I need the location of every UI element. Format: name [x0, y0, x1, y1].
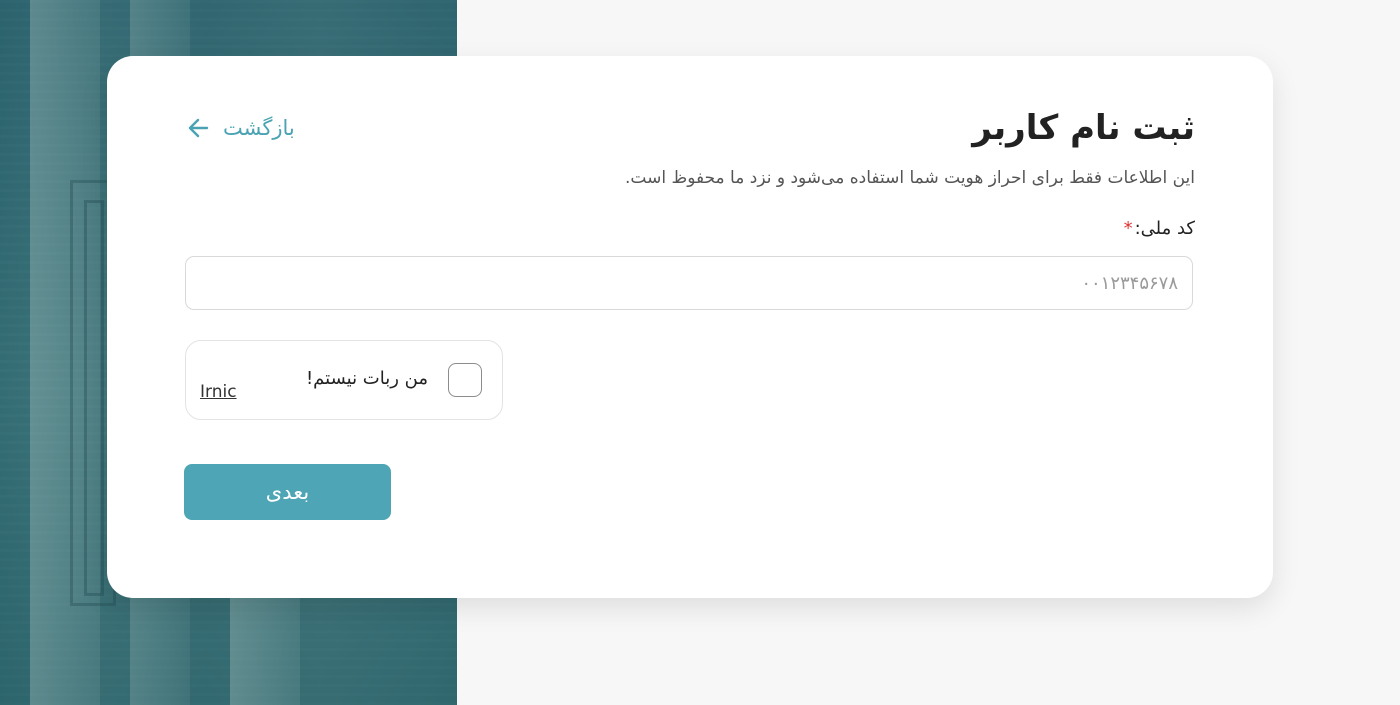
page-title: ثبت نام کاربر — [972, 108, 1195, 148]
national-code-input[interactable] — [185, 256, 1193, 310]
national-code-label: کد ملی:* — [1124, 218, 1195, 239]
back-link-label: بازگشت — [223, 116, 295, 140]
next-button[interactable]: بعدی — [184, 464, 391, 520]
page-stage: ثبت نام کاربر بازگشت این اطلاعات فقط برا… — [0, 0, 1400, 705]
national-code-label-text: کد ملی: — [1134, 218, 1195, 239]
captcha-label: من ربات نیستم! — [305, 368, 428, 389]
captcha-checkbox[interactable] — [448, 363, 482, 397]
required-mark: * — [1123, 218, 1133, 239]
back-link[interactable]: بازگشت — [187, 116, 295, 140]
captcha-brand-link[interactable]: Irnic — [200, 382, 237, 402]
captcha-widget: من ربات نیستم! Irnic — [185, 340, 503, 420]
page-subtitle: این اطلاعات فقط برای احراز هویت شما استف… — [625, 168, 1195, 188]
registration-card: ثبت نام کاربر بازگشت این اطلاعات فقط برا… — [107, 56, 1273, 598]
arrow-left-icon — [187, 116, 211, 140]
